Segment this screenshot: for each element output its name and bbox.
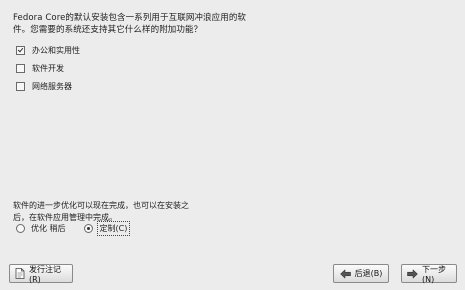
intro-line-1: Fedora Core的默认安装包含一系列用于互联网冲浪应用的软	[13, 13, 247, 23]
radio-label-later: 优化 稍后	[31, 224, 66, 233]
next-label: 下一步(N)	[422, 264, 446, 284]
document-icon	[15, 268, 25, 279]
next-button[interactable]: 下一步(N)	[401, 264, 457, 284]
group-label-development: 软件开发	[32, 63, 64, 73]
back-label: 后退(B)	[354, 269, 383, 278]
group-label-office: 办公和实用性	[32, 45, 80, 55]
release-notes-button[interactable]: 发行注记(R)	[9, 264, 73, 284]
installer-screen: Fedora Core的默认安装包含一系列用于互联网冲浪应用的软 件。您需要的系…	[0, 0, 465, 290]
intro-line-2: 件。您需要的系统还支持其它什么样的附加功能？	[13, 25, 203, 35]
radio-customize[interactable]	[83, 224, 93, 233]
customize-radio-group: 优化 稍后 定制(C)	[16, 221, 146, 236]
group-label-web-server: 网络服务器	[32, 81, 72, 91]
radio-option-customize[interactable]: 定制(C)	[83, 221, 131, 236]
checkbox-office[interactable]	[16, 45, 25, 55]
radio-label-customize: 定制(C)	[96, 221, 131, 236]
radio-later[interactable]	[16, 224, 25, 233]
group-item-web-server[interactable]: 网络服务器	[16, 78, 80, 94]
package-group-list: 办公和实用性 软件开发 网络服务器	[16, 42, 80, 96]
back-button[interactable]: 后退(B)	[333, 264, 389, 283]
intro-text: Fedora Core的默认安装包含一系列用于互联网冲浪应用的软 件。您需要的系…	[13, 12, 443, 36]
radio-option-later[interactable]: 优化 稍后	[16, 223, 66, 234]
group-item-office[interactable]: 办公和实用性	[16, 42, 80, 58]
customize-note: 软件的进一步优化可以现在完成，也可以在安装之 后，在软件应用管理中完成。	[13, 200, 253, 224]
note-line-1: 软件的进一步优化可以现在完成，也可以在安装之	[13, 201, 189, 210]
arrow-left-icon	[339, 268, 351, 279]
arrow-right-icon	[407, 268, 418, 279]
group-item-development[interactable]: 软件开发	[16, 60, 80, 76]
checkbox-web-server[interactable]	[16, 81, 25, 91]
release-notes-label: 发行注记(R)	[29, 264, 61, 284]
checkbox-development[interactable]	[16, 63, 25, 73]
